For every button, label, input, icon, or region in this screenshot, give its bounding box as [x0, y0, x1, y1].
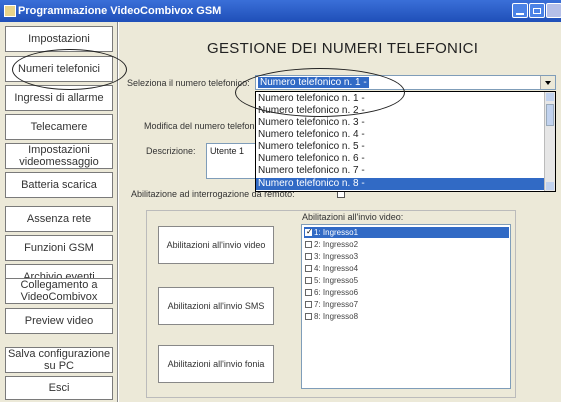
list-item[interactable]: 2: Ingresso2: [304, 239, 509, 250]
list-item-label: 1: Ingresso1: [314, 228, 359, 237]
sidebar-item-label: Salva configurazione su PC: [7, 348, 111, 372]
sidebar-item-impostazioni-videomessaggio[interactable]: Impostazioni videomessaggio: [5, 143, 113, 169]
minimize-icon: [516, 13, 524, 15]
dropdown-option[interactable]: Numero telefonico n. 1 -: [256, 93, 546, 105]
sidebar-item-label: Esci: [48, 382, 70, 394]
sidebar-item-funzioni-gsm[interactable]: Funzioni GSM: [5, 235, 113, 261]
sidebar: Impostazioni Numeri telefonici Ingressi …: [0, 22, 118, 402]
sidebar-item-label: Telecamere: [30, 121, 88, 133]
dropdown-option[interactable]: Numero telefonico n. 7 -: [256, 165, 546, 177]
list-item-label: 2: Ingresso2: [314, 240, 359, 249]
list-item-label: 4: Ingresso4: [314, 264, 359, 273]
scroll-thumb[interactable]: [546, 104, 554, 126]
list-item[interactable]: 4: Ingresso4: [304, 263, 509, 274]
list-item-label: 3: Ingresso3: [314, 252, 359, 261]
phone-number-dropdown-list: Numero telefonico n. 1 - Numero telefoni…: [255, 91, 556, 192]
close-button[interactable]: [546, 3, 561, 18]
enable-phone-button[interactable]: Abilitazioni all'invio fonia: [158, 345, 274, 383]
checkbox[interactable]: [305, 301, 312, 308]
chevron-down-icon[interactable]: [540, 76, 555, 89]
enable-video-button[interactable]: Abilitazioni all'invio video: [158, 226, 274, 264]
dropdown-option[interactable]: Numero telefonico n. 3 -: [256, 117, 546, 129]
list-item[interactable]: 5: Ingresso5: [304, 275, 509, 286]
dropdown-option[interactable]: Numero telefonico n. 6 -: [256, 153, 546, 165]
dropdown-option[interactable]: Numero telefonico n. 4 -: [256, 129, 546, 141]
window-title: Programmazione VideoCombivox GSM: [18, 5, 222, 17]
checkbox[interactable]: [305, 253, 312, 260]
selected-number-value: Numero telefonico n. 1 -: [258, 77, 369, 88]
app-icon: [4, 5, 16, 17]
checkbox[interactable]: [305, 265, 312, 272]
list-item[interactable]: 1: Ingresso1: [304, 226, 509, 238]
list-item[interactable]: 7: Ingresso7: [304, 299, 509, 310]
dropdown-option-selected[interactable]: Numero telefonico n. 8 -: [256, 178, 546, 190]
scroll-up-icon[interactable]: [546, 93, 554, 101]
list-item[interactable]: 6: Ingresso6: [304, 287, 509, 298]
sidebar-item-telecamere[interactable]: Telecamere: [5, 114, 113, 140]
sidebar-item-ingressi-di-allarme[interactable]: Ingressi di allarme: [5, 85, 113, 111]
maximize-button[interactable]: [529, 3, 545, 18]
video-list-label: Abilitazioni all'invio video:: [302, 212, 404, 222]
sidebar-item-label: Impostazioni videomessaggio: [19, 144, 99, 168]
sidebar-item-numeri-telefonici[interactable]: Numeri telefonici: [5, 56, 113, 82]
list-item-label: 8: Ingresso8: [314, 312, 359, 321]
title-bar: Programmazione VideoCombivox GSM: [0, 0, 561, 22]
select-number-label: Seleziona il numero telefonico:: [127, 78, 250, 88]
list-item[interactable]: 3: Ingresso3: [304, 251, 509, 262]
list-item-label: 5: Ingresso5: [314, 276, 359, 285]
list-item-label: 6: Ingresso6: [314, 288, 359, 297]
sidebar-item-label: Preview video: [24, 315, 94, 327]
sidebar-item-label: Impostazioni: [28, 33, 90, 45]
sidebar-item-label: Numeri telefonici: [18, 63, 100, 75]
description-field[interactable]: Utente 1: [206, 143, 256, 179]
sidebar-item-label: Batteria scarica: [21, 179, 97, 191]
dropdown-scrollbar[interactable]: [544, 92, 555, 191]
sidebar-item-label: Collegamento a VideoCombivox: [20, 279, 98, 303]
modify-number-label: Modifica del numero telefon: [144, 121, 255, 131]
checkbox[interactable]: [305, 313, 312, 320]
checkbox[interactable]: [305, 289, 312, 296]
sidebar-item-batteria-scarica[interactable]: Batteria scarica: [5, 172, 113, 198]
checkbox[interactable]: [305, 226, 313, 237]
sidebar-item-collegamento[interactable]: Collegamento a VideoCombivox: [5, 278, 113, 304]
phone-number-select[interactable]: Numero telefonico n. 1 -: [255, 75, 556, 90]
checkbox[interactable]: [305, 241, 312, 248]
checkbox[interactable]: [305, 277, 312, 284]
description-label: Descrizione:: [146, 146, 196, 156]
minimize-button[interactable]: [512, 3, 528, 18]
sidebar-item-label: Assenza rete: [26, 213, 92, 225]
sidebar-item-label: Funzioni GSM: [24, 242, 94, 254]
sidebar-item-assenza-rete[interactable]: Assenza rete: [5, 206, 113, 232]
list-item-label: 7: Ingresso7: [314, 300, 359, 309]
sidebar-item-esci[interactable]: Esci: [5, 376, 113, 400]
sidebar-item-preview-video[interactable]: Preview video: [5, 308, 113, 334]
sidebar-item-salva-configurazione[interactable]: Salva configurazione su PC: [5, 347, 113, 373]
enable-sms-button[interactable]: Abilitazioni all'invio SMS: [158, 287, 274, 325]
sidebar-item-label: Ingressi di allarme: [14, 92, 104, 104]
page-title: GESTIONE DEI NUMERI TELEFONICI: [207, 40, 479, 57]
scroll-down-icon[interactable]: [546, 182, 554, 190]
dropdown-option[interactable]: Numero telefonico n. 2 -: [256, 105, 546, 117]
dropdown-option[interactable]: Numero telefonico n. 5 -: [256, 141, 546, 153]
maximize-icon: [533, 8, 541, 14]
list-item[interactable]: 8: Ingresso8: [304, 311, 509, 322]
video-inputs-list: 1: Ingresso1 2: Ingresso2 3: Ingresso3 4…: [301, 224, 511, 389]
sidebar-item-impostazioni[interactable]: Impostazioni: [5, 26, 113, 52]
